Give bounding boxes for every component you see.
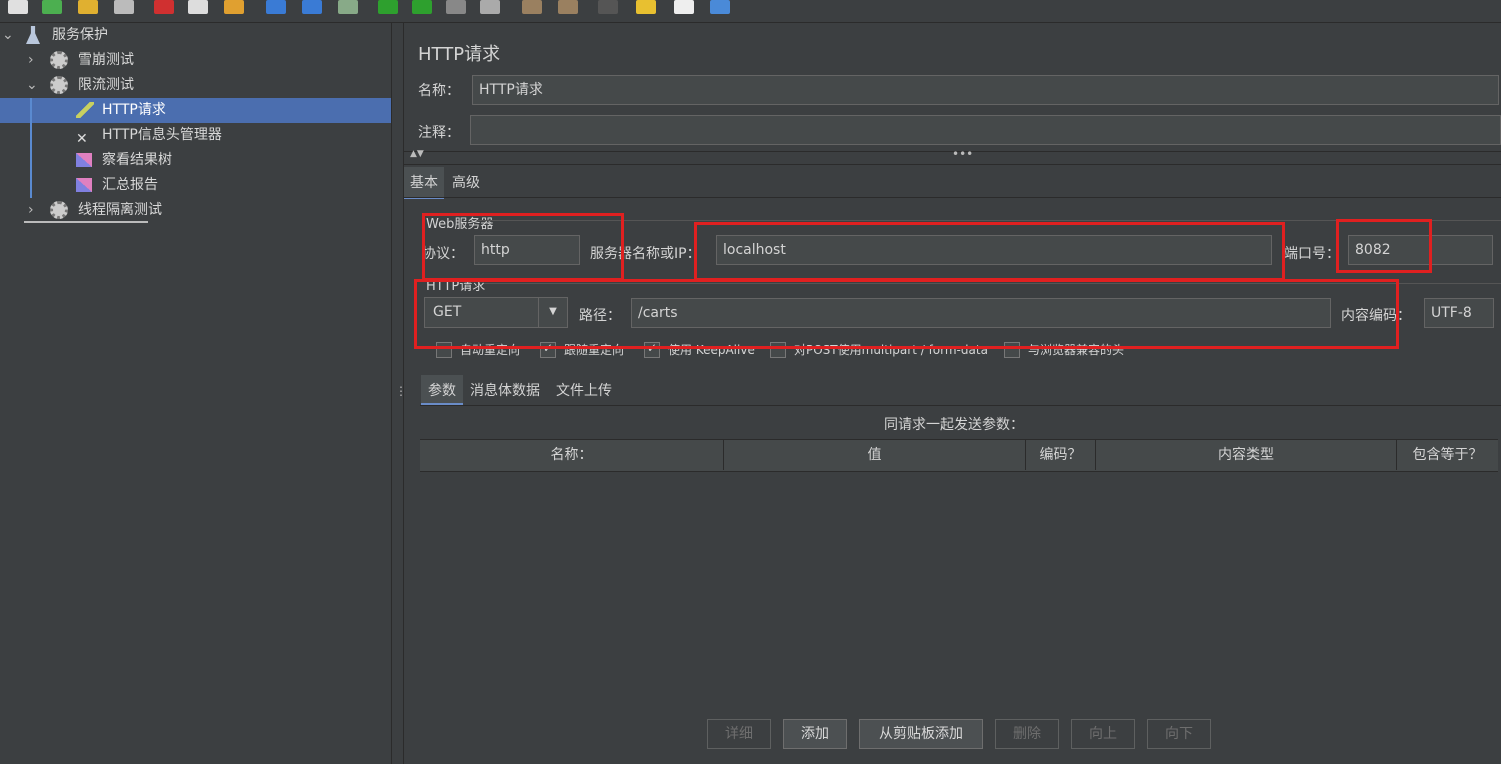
comment-field[interactable] (470, 115, 1501, 145)
tab-divider (420, 405, 1501, 406)
tree-node-ratelimit[interactable]: ⌄ 限流测试 (0, 73, 391, 98)
function-helper-icon[interactable] (674, 0, 694, 14)
templates-icon[interactable] (42, 0, 62, 14)
column-header-encode[interactable]: 编码？ (1026, 440, 1096, 470)
pipette-icon (76, 102, 94, 118)
encoding-field[interactable]: UTF-8 (1424, 298, 1494, 328)
chevron-right-icon[interactable]: › (28, 48, 34, 73)
move-up-button[interactable]: 向上 (1071, 719, 1135, 749)
more-dots-icon[interactable]: ••• (952, 147, 973, 161)
tab-params-label: 参数 (428, 383, 456, 399)
tree-node-label: 限流测试 (78, 77, 134, 93)
tree-guide-line (30, 98, 32, 198)
thread-group-icon (50, 51, 68, 69)
start-no-pause-icon[interactable] (412, 0, 432, 14)
reset-search-icon[interactable] (636, 0, 656, 14)
listener-icon (76, 153, 92, 167)
params-caption: 同请求一起发送参数： (884, 417, 1024, 433)
copy-icon[interactable] (188, 0, 208, 14)
tree-node-label: 线程隔离测试 (78, 202, 162, 218)
clear-all-icon[interactable] (558, 0, 578, 14)
collapse-icon[interactable] (302, 0, 322, 14)
add-button[interactable]: 添加 (783, 719, 847, 749)
highlight-http-request (414, 279, 1399, 349)
chevron-down-icon[interactable]: ⌄ (26, 73, 38, 98)
tree-node-avalanche[interactable]: › 雪崩测试 (0, 48, 391, 73)
clear-icon[interactable] (522, 0, 542, 14)
toggle-icon[interactable] (338, 0, 358, 14)
tree-node-summary-report[interactable]: 汇总报告 (0, 173, 391, 198)
chevron-down-icon[interactable]: ⌄ (2, 23, 14, 48)
split-pane-divider[interactable]: ⋮ (392, 23, 407, 764)
tree-node-thread-isolation[interactable]: › 线程隔离测试 (0, 198, 391, 223)
new-icon[interactable] (8, 0, 28, 14)
tab-file-upload[interactable]: 文件上传 (552, 375, 618, 403)
tab-advanced[interactable]: 高级 (446, 167, 490, 197)
open-icon[interactable] (78, 0, 98, 14)
search-icon[interactable] (598, 0, 618, 14)
detail-button[interactable]: 详细 (707, 719, 771, 749)
cut-icon[interactable] (154, 0, 174, 14)
tree-node-label: 雪崩测试 (78, 52, 134, 68)
page-title: HTTP请求 (418, 44, 501, 65)
http-request-panel: HTTP请求 名称： HTTP请求 注释： ▲▼ ••• 基本 高级 Web服务… (404, 23, 1501, 764)
shutdown-icon[interactable] (480, 0, 500, 14)
tree-node-header-manager[interactable]: ✕ HTTP信息头管理器 (0, 123, 391, 148)
column-header-name[interactable]: 名称： (420, 440, 724, 470)
tree-node-label: HTTP信息头管理器 (102, 127, 222, 143)
column-header-value[interactable]: 值 (724, 440, 1026, 470)
comment-label: 注释： (418, 125, 460, 141)
thread-group-icon (50, 201, 68, 219)
highlight-server (694, 222, 1285, 281)
listener-icon (76, 178, 92, 192)
tab-files-label: 文件上传 (556, 383, 612, 399)
help-icon[interactable] (710, 0, 730, 14)
save-icon[interactable] (114, 0, 134, 14)
tab-basic[interactable]: 基本 (404, 167, 444, 199)
toolbar (0, 0, 1501, 23)
tree-node-root[interactable]: ⌄ 服务保护 (0, 23, 391, 48)
tab-divider (404, 197, 1501, 198)
add-from-clipboard-button[interactable]: 从剪贴板添加 (859, 719, 983, 749)
expand-icon[interactable] (266, 0, 286, 14)
column-header-content-type[interactable]: 内容类型 (1096, 440, 1397, 470)
tree-node-label: 察看结果树 (102, 152, 172, 168)
start-icon[interactable] (378, 0, 398, 14)
tree-node-label: HTTP请求 (102, 102, 166, 118)
tree-node-label: 服务保护 (52, 27, 108, 43)
tab-body-label: 消息体数据 (470, 383, 540, 399)
name-label: 名称： (418, 83, 460, 99)
chevron-right-icon[interactable]: › (28, 198, 34, 223)
test-plan-tree: ⌄ 服务保护 › 雪崩测试 ⌄ 限流测试 HTTP请求 ✕ HTTP信息头管理器… (0, 23, 392, 764)
port-label: 端口号： (1284, 246, 1340, 262)
collapse-bar[interactable]: ▲▼ ••• (404, 147, 1501, 165)
highlight-port (1336, 219, 1432, 273)
tab-basic-label: 基本 (410, 175, 438, 191)
tree-node-result-tree[interactable]: 察看结果树 (0, 148, 391, 173)
test-plan-icon (26, 26, 40, 44)
collapse-arrows-icon[interactable]: ▲▼ (410, 149, 424, 159)
delete-button[interactable]: 删除 (995, 719, 1059, 749)
tab-advanced-label: 高级 (452, 175, 480, 191)
name-field[interactable]: HTTP请求 (472, 75, 1499, 105)
tree-node-label: 汇总报告 (102, 177, 158, 193)
tab-body-data[interactable]: 消息体数据 (466, 375, 546, 403)
params-table-header: 名称： 值 编码？ 内容类型 包含等于？ (420, 439, 1498, 472)
column-header-include-equals[interactable]: 包含等于？ (1397, 440, 1498, 470)
thread-group-icon (50, 76, 68, 94)
stop-icon[interactable] (446, 0, 466, 14)
tab-params[interactable]: 参数 (421, 375, 463, 405)
drag-indicator (24, 221, 148, 223)
move-down-button[interactable]: 向下 (1147, 719, 1211, 749)
paste-icon[interactable] (224, 0, 244, 14)
tree-node-http-request[interactable]: HTTP请求 (0, 98, 391, 123)
highlight-protocol (422, 213, 624, 281)
